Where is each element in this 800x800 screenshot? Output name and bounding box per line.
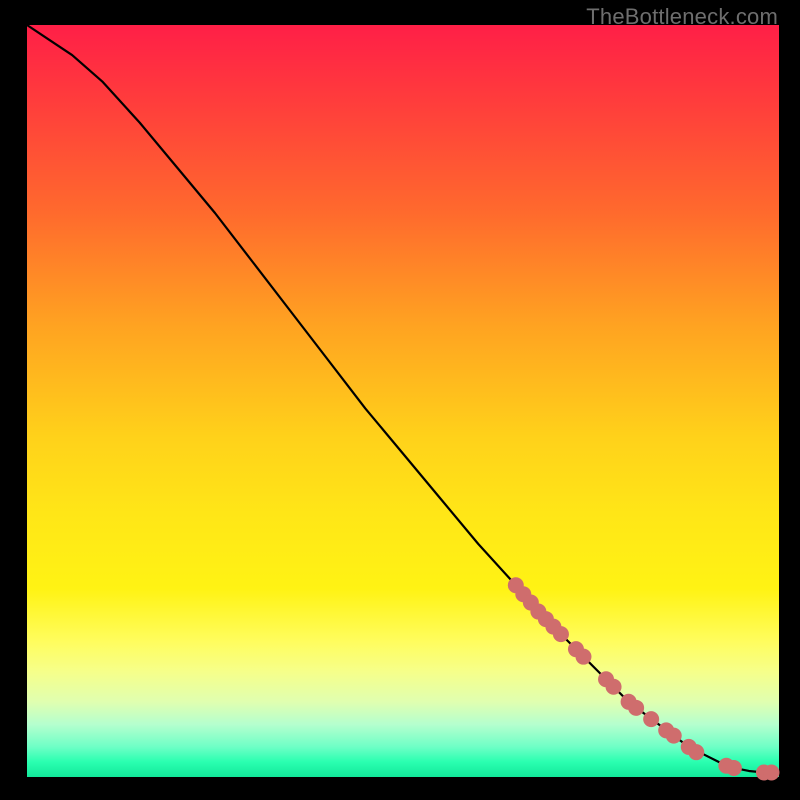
data-marker (575, 649, 591, 665)
data-marker (688, 744, 704, 760)
chart-frame: TheBottleneck.com (0, 0, 800, 800)
data-marker (643, 711, 659, 727)
data-marker (763, 764, 779, 780)
bottleneck-curve (27, 25, 779, 772)
data-marker (606, 679, 622, 695)
data-marker (666, 728, 682, 744)
marker-layer (508, 577, 780, 780)
curve-svg (27, 25, 779, 777)
data-marker (628, 700, 644, 716)
plot-area (27, 25, 779, 777)
data-marker (726, 760, 742, 776)
data-marker (553, 626, 569, 642)
